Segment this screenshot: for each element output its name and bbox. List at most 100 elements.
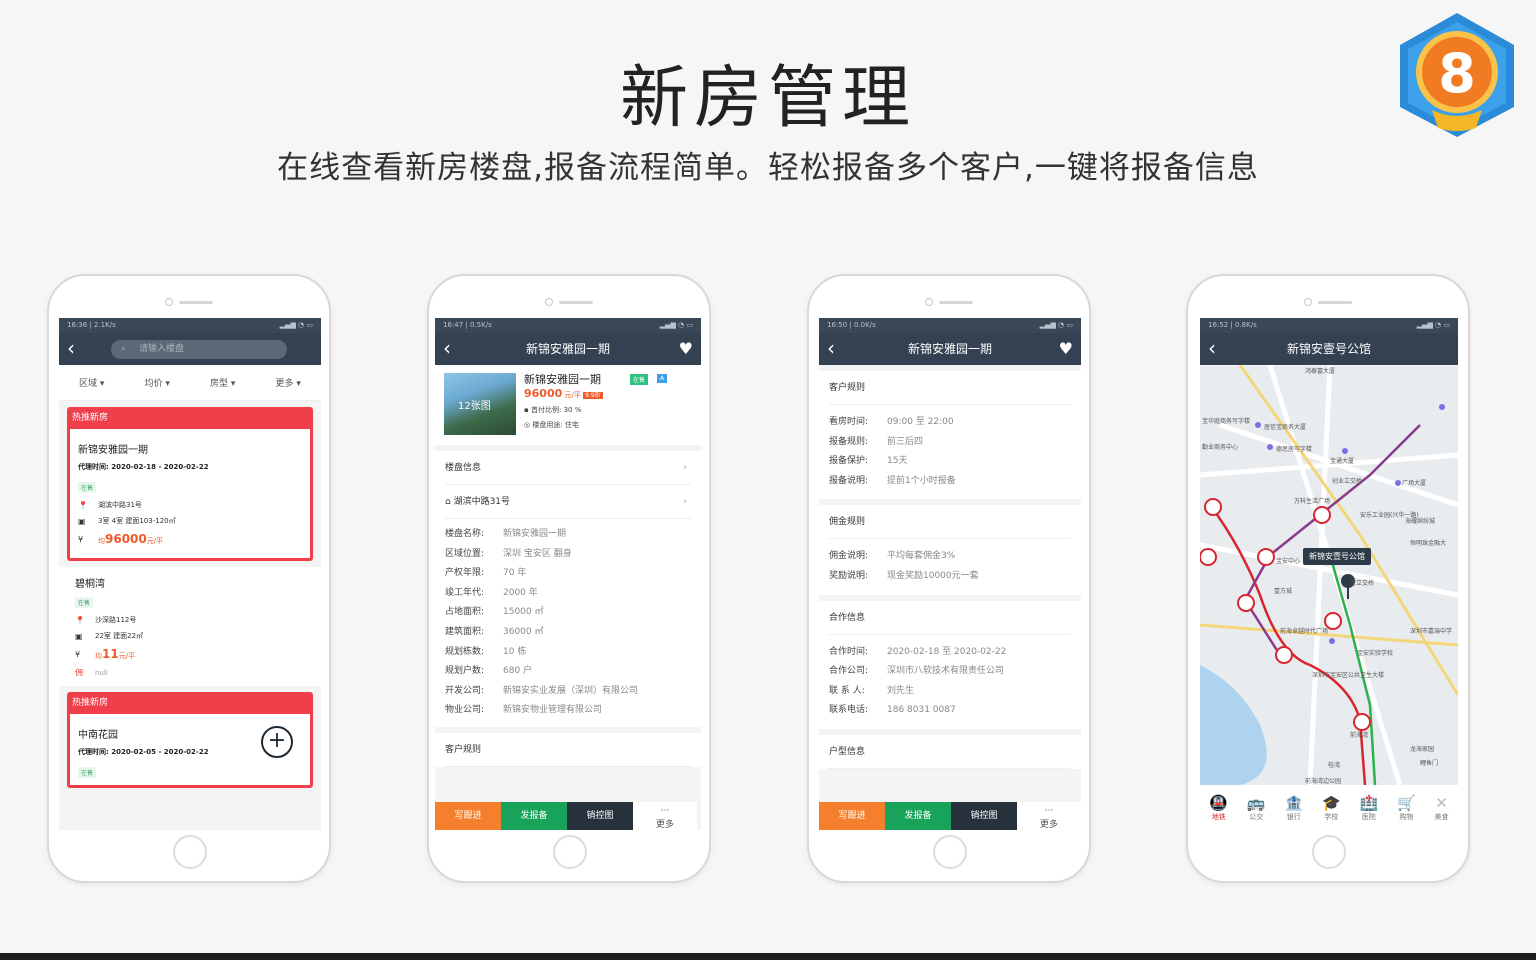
phone-listing: 16:36 | 2.1K/s ▂▄▆ ◔ ▭ ‹ ⌕ 请输入楼盘 区域 ▾ 均价 … [47,274,331,883]
svg-text:龙海家园: 龙海家园 [1410,745,1434,753]
favorite-icon[interactable]: ♥ [679,333,693,365]
svg-text:鲤鱼门: 鲤鱼门 [1420,759,1438,767]
page-title: 新房管理 [619,59,916,138]
phone-detail: 16:47 | 0.5K/s ▂▄▆ ◔ ▭ ‹ 新锦安雅园一期 ♥ 12张图 新… [427,274,711,883]
detail-screen: 16:47 | 0.5K/s ▂▄▆ ◔ ▭ ‹ 新锦安雅园一期 ♥ 12张图 新… [435,318,701,830]
sales-control-button[interactable]: 销控图 [951,802,1017,830]
tab-food[interactable]: ✕ 美食 [1435,794,1449,822]
chevron-right-icon: › [683,463,687,473]
action-bar: 写跟进 发报备 销控图 ··· 更多 [435,802,701,830]
utensils-icon: ✕ [1435,793,1448,812]
phone-speaker [559,301,593,304]
signal-icon: ▂▄▆ ◔ ▭ [659,321,693,329]
submit-report-button[interactable]: 发报备 [885,802,951,830]
svg-text:鸿泰富大厦: 鸿泰富大厦 [1305,367,1335,375]
home-button[interactable] [553,835,587,869]
filter-price[interactable]: 均价 ▾ [145,376,170,389]
tab-subway[interactable]: 🚇 地铁 [1209,794,1228,822]
location-icon: 📍 [75,615,85,625]
svg-text:宝安中心: 宝安中心 [1276,557,1300,565]
property-photo[interactable]: 12张图 [444,373,516,435]
section-title: 户型信息 [829,735,1071,769]
listing-price: 均96000元/平 [98,532,164,546]
rule-row: 奖励说明: 现金奖励10000元一套 [829,570,979,581]
section-title: 客户规则 [445,733,691,767]
tab-shopping[interactable]: 🛒 购物 [1397,794,1416,822]
sales-control-button[interactable]: 销控图 [567,802,633,830]
filter-more[interactable]: 更多 ▾ [276,376,301,389]
phone-camera [1304,298,1312,306]
rule-row: 合作时间: 2020-02-18 至 2020-02-22 [829,646,1007,657]
bottom-strip [0,953,1536,960]
rule-row: 合作公司: 深圳市八软技术有限责任公司 [829,666,1005,677]
detail-summary: 12张图 新锦安雅园一期 在售 A 96000 元/平 9.9折 ▪ 首付比例:… [435,365,701,445]
map-view[interactable]: 鸿泰富大厦 宝华庭商务写字楼 居信宝商务大厦 勤业商务中心 德思居写字楼 宝通大… [1200,365,1458,785]
svg-text:德思居写字楼: 德思居写字楼 [1276,445,1312,453]
subway-icon: 🚇 [1209,793,1229,812]
building-icon: ⌂ [445,497,454,507]
status-text: 16:52 | 0.8K/s [1208,321,1257,329]
add-button[interactable]: + [261,726,293,758]
bank-icon: 🏦 [1284,793,1304,812]
home-button[interactable] [173,835,207,869]
tab-hospital[interactable]: 🏥 医院 [1359,794,1378,822]
status-bar: 16:47 | 0.5K/s ▂▄▆ ◔ ▭ [435,318,701,333]
nav-title: 新锦安雅园一期 [907,342,992,356]
svg-text:居信宝商务大厦: 居信宝商务大厦 [1264,423,1306,431]
tab-school[interactable]: 🎓 学校 [1322,794,1341,822]
customer-rules-section: 客户规则 看房时间: 09:00 至 22:00 报备规则: 前三后四 报备保护: 1… [819,371,1081,500]
tab-bus[interactable]: 🚌 公交 [1247,794,1266,822]
phone-rules: 16:50 | 0.0K/s ▂▄▆ ◔ ▭ ‹ 新锦安雅园一期 ♥ 客户规则 看… [807,274,1091,883]
detail-row: 规划户数: 680 户 [445,666,533,677]
agency-date: 代理时间: 2020-02-18 - 2020-02-22 [78,463,209,471]
home-button[interactable] [1312,835,1346,869]
signal-icon: ▂▄▆ ◔ ▭ [1039,321,1073,329]
listing-layout: 3室 4室 建面103-120㎡ [98,517,176,525]
svg-text:深圳市嘉瑞中学: 深圳市嘉瑞中学 [1410,627,1452,635]
search-input[interactable]: ⌕ 请输入楼盘 [111,340,287,359]
svg-text:宝立交桥: 宝立交桥 [1350,579,1374,587]
submit-report-button[interactable]: 发报备 [501,802,567,830]
signal-icon: ▂▄▆ ◔ ▭ [1416,321,1450,329]
more-button[interactable]: ··· 更多 [1017,802,1081,830]
listing-nav: ‹ ⌕ 请输入楼盘 [59,333,321,365]
listing-address: 沙深路112号 [95,616,137,624]
back-icon[interactable]: ‹ [1208,333,1216,363]
filter-room-type[interactable]: 房型 ▾ [210,376,235,389]
svg-text:海耀缤纷城: 海耀缤纷城 [1405,517,1435,525]
back-icon[interactable]: ‹ [67,333,75,363]
status-bar: 16:52 | 0.8K/s ▂▄▆ ◔ ▭ [1200,318,1458,333]
more-icon: ··· [1044,806,1054,816]
map-nav: ‹ 新锦安壹号公馆 [1200,333,1458,365]
svg-text:恒明珠金融大: 恒明珠金融大 [1410,539,1446,547]
follow-up-button[interactable]: 写跟进 [819,802,885,830]
section-title: 客户规则 [829,371,1071,405]
map-callout[interactable]: 新锦安壹号公馆 [1303,548,1371,565]
svg-text:宝通大厦: 宝通大厦 [1330,457,1354,465]
filter-area[interactable]: 区域 ▾ [79,376,104,389]
back-icon[interactable]: ‹ [443,333,451,363]
phone-map: 16:52 | 0.8K/s ▂▄▆ ◔ ▭ ‹ 新锦安壹号公馆 鸿泰富大厦 宝… [1186,274,1470,883]
detail-row: 产权年限: 70 年 [445,568,527,579]
listing-card[interactable]: 碧桐湾 在售 📍 沙深路112号 ▣ 22室 建面22㎡ ¥ 均11元/平 佣 null [59,567,321,686]
listing-name: 碧桐湾 [75,579,105,590]
property-info-link[interactable]: 楼盘信息 › [445,451,691,485]
favorite-icon[interactable]: ♥ [1059,333,1073,365]
poi-tabs: 🚇 地铁 🚌 公交 🏦 银行 🎓 学校 🏥 医院 🛒 购物 ✕ 美食 [1200,785,1458,830]
detail-row: 区域位置: 深圳 宝安区 翻身 [445,548,572,559]
commission-icon: 佣 [75,668,83,677]
detail-nav: ‹ 新锦安雅园一期 ♥ [435,333,701,365]
nav-title: 新锦安雅园一期 [525,342,610,356]
chevron-right-icon: › [683,497,687,507]
address-link[interactable]: ⌂ 湖滨中路31号 › [445,485,691,519]
property-details: 楼盘名称: 新锦安雅园一期 区域位置: 深圳 宝安区 翻身 产权年限: 70 年 竣工… [445,519,691,727]
hot-listing-card[interactable]: 热推新房 新锦安雅园一期 代理时间: 2020-02-18 - 2020-02-… [67,407,313,561]
listing-name: 新锦安雅园一期 [78,445,148,456]
svg-text:前海湾边公园: 前海湾边公园 [1305,777,1341,785]
more-button[interactable]: ··· 更多 [633,802,697,830]
status-text: 16:47 | 0.5K/s [443,321,492,329]
follow-up-button[interactable]: 写跟进 [435,802,501,830]
tab-bank[interactable]: 🏦 银行 [1284,794,1303,822]
back-icon[interactable]: ‹ [827,333,835,363]
home-button[interactable] [933,835,967,869]
